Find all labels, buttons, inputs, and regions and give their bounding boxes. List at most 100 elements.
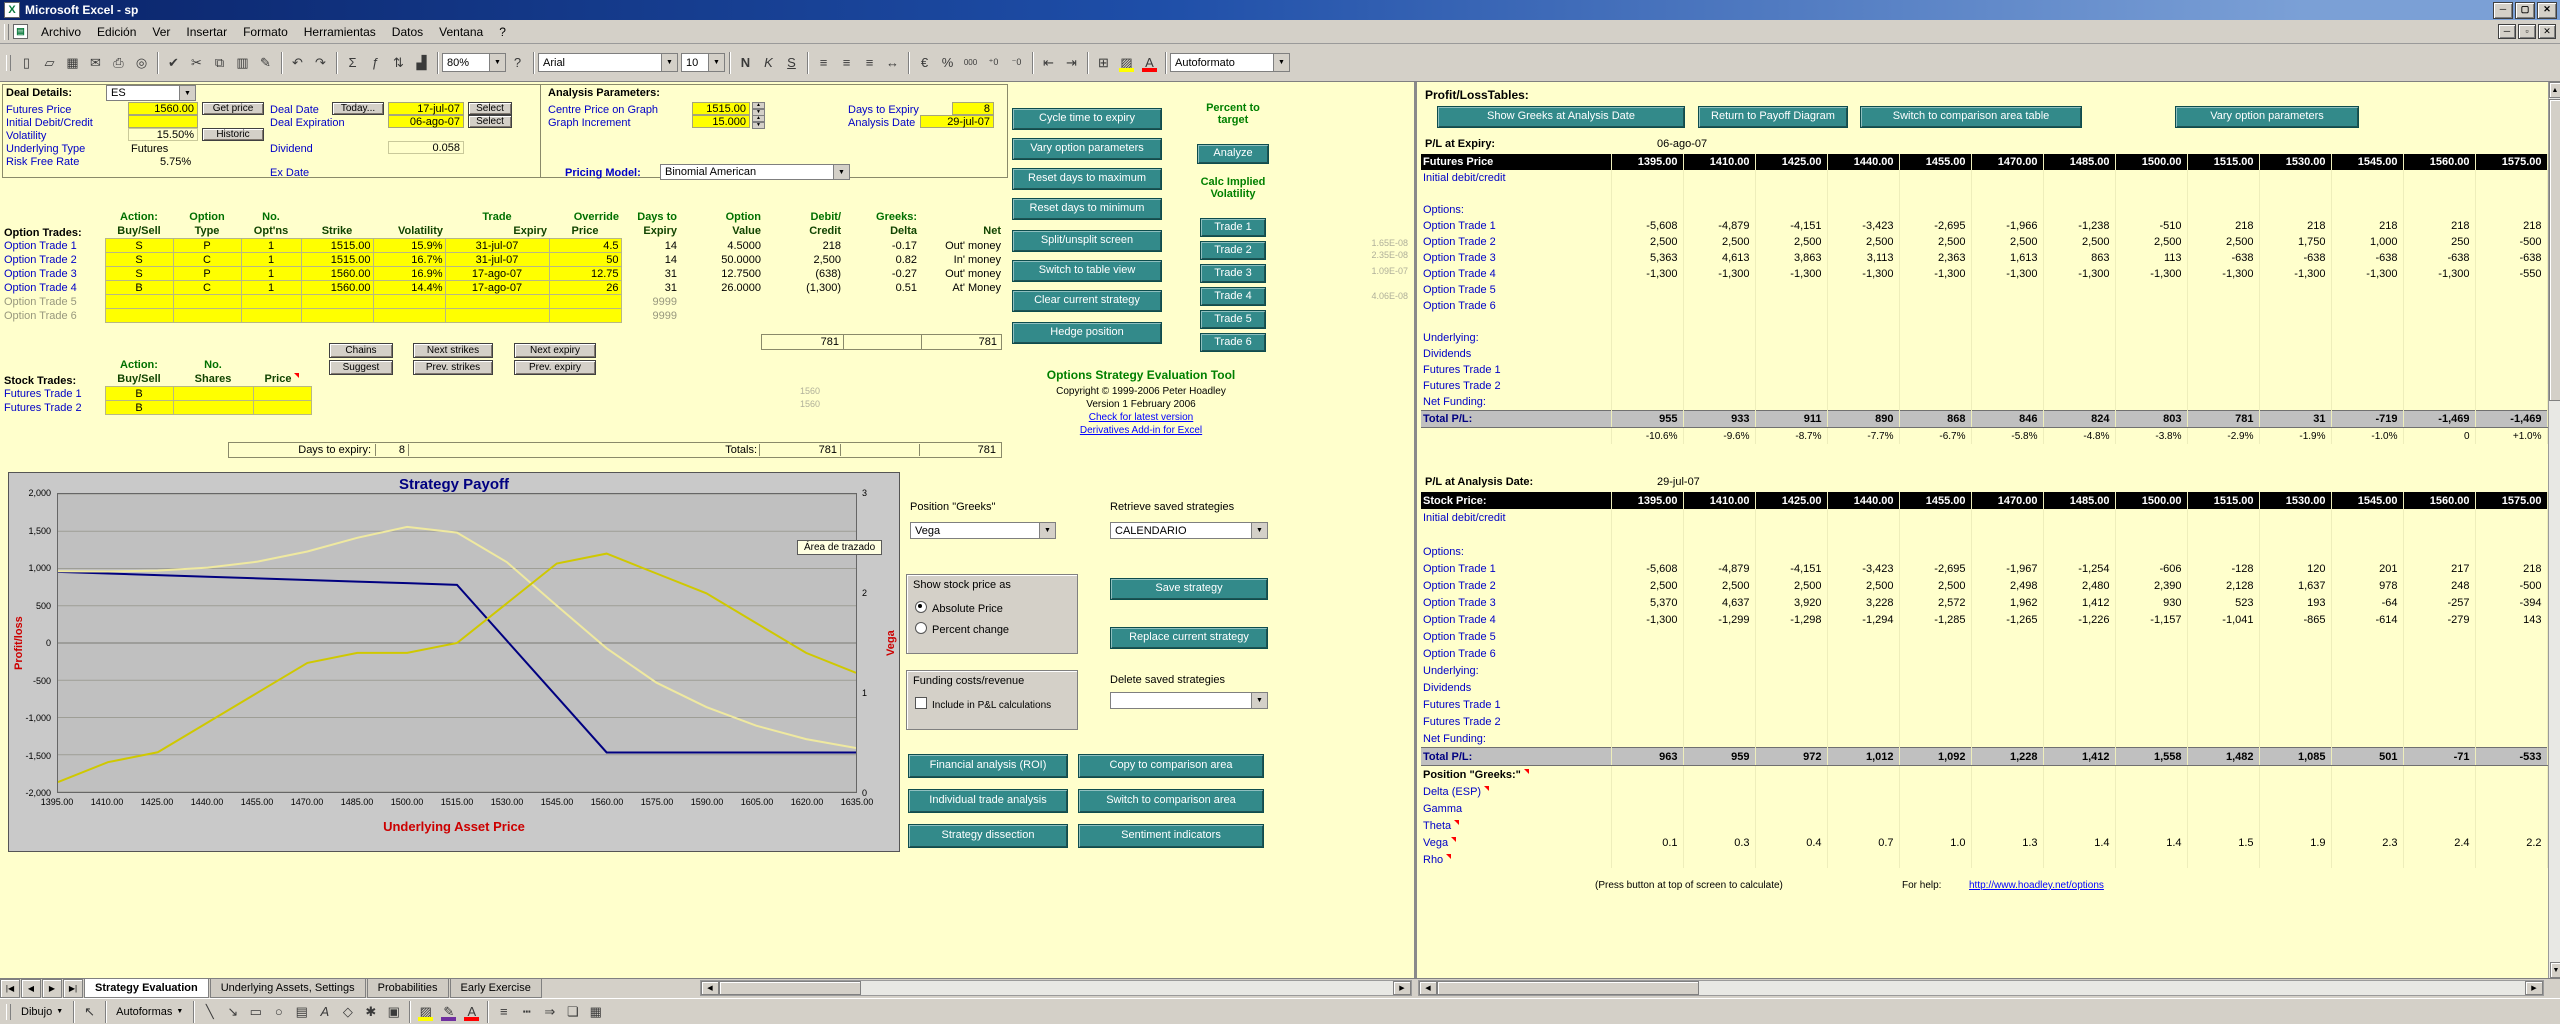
percent-change-radio[interactable]: Percent change — [907, 615, 1077, 636]
option-trade-cell[interactable] — [241, 295, 301, 309]
chevron-down-icon[interactable]: ▼ — [489, 54, 505, 71]
option-trade-cell[interactable]: S — [105, 267, 173, 281]
stock-trade-cell[interactable] — [253, 387, 311, 401]
prev-sheet-icon[interactable]: ◀ — [21, 979, 41, 998]
arrow-icon[interactable]: ↘ — [221, 1000, 244, 1023]
cut-icon[interactable]: ✂ — [185, 51, 208, 74]
centre-price-field[interactable]: 1515.00 — [692, 102, 750, 115]
option-trade-cell[interactable] — [173, 295, 241, 309]
scroll-right-icon[interactable]: ▶ — [1393, 981, 1411, 995]
option-trade-cell[interactable]: 31-jul-07 — [445, 253, 549, 267]
vertical-scroll-thumb[interactable] — [2549, 99, 2560, 401]
reset-days-min-button[interactable]: Reset days to minimum — [1012, 198, 1162, 220]
tab-probabilities[interactable]: Probabilities — [367, 979, 449, 998]
option-trade-cell[interactable]: P — [173, 239, 241, 253]
thousands-icon[interactable]: 000 — [959, 51, 982, 74]
spelling-icon[interactable]: ✔ — [162, 51, 185, 74]
funding-checkbox[interactable]: Include in P&L calculations — [907, 687, 1077, 711]
line-style-icon[interactable]: ≡ — [492, 1000, 515, 1023]
clipart-icon[interactable]: ✱ — [359, 1000, 382, 1023]
next-strikes-button[interactable]: Next strikes — [413, 343, 493, 358]
menu-help[interactable]: ? — [491, 22, 514, 42]
3d-icon[interactable]: ▦ — [584, 1000, 607, 1023]
sentiment-indicators-button[interactable]: Sentiment indicators — [1078, 824, 1264, 848]
prev-expiry-button[interactable]: Prev. expiry — [514, 360, 596, 375]
dash-style-icon[interactable]: ┅ — [515, 1000, 538, 1023]
help-link[interactable]: http://www.hoadley.net/options — [1969, 880, 2104, 891]
clear-strategy-button[interactable]: Clear current strategy — [1012, 290, 1162, 312]
fill-color-icon[interactable]: ▨ — [414, 1000, 437, 1023]
workbook-close-button[interactable]: ✕ — [2538, 24, 2556, 39]
option-trade-cell[interactable] — [173, 309, 241, 323]
option-trade-cell[interactable] — [105, 309, 173, 323]
chart-wizard-icon[interactable]: ▟ — [410, 51, 433, 74]
scroll-left-icon[interactable]: ◀ — [701, 981, 719, 995]
calc-trade4-button[interactable]: Trade 4 — [1200, 287, 1266, 306]
close-button[interactable]: ✕ — [2537, 2, 2557, 19]
option-trade-cell[interactable]: 12.75 — [549, 267, 621, 281]
calc-trade5-button[interactable]: Trade 5 — [1200, 310, 1266, 329]
line-icon[interactable]: ╲ — [198, 1000, 221, 1023]
absolute-price-radio[interactable]: Absolute Price — [907, 591, 1077, 615]
menu-ventana[interactable]: Ventana — [431, 22, 491, 42]
bold-icon[interactable]: N — [734, 51, 757, 74]
scroll-down-icon[interactable]: ▼ — [2550, 962, 2560, 978]
open-folder-icon[interactable]: ▱ — [38, 51, 61, 74]
line-color-icon[interactable]: ✎ — [437, 1000, 460, 1023]
right-pane-hscrollbar[interactable]: ◀ ▶ — [1418, 980, 2544, 996]
chevron-down-icon[interactable]: ▼ — [833, 165, 849, 179]
replace-strategy-button[interactable]: Replace current strategy — [1110, 627, 1268, 649]
menu-formato[interactable]: Formato — [235, 22, 296, 42]
option-trade-cell[interactable]: 31-jul-07 — [445, 239, 549, 253]
sort-icon[interactable]: ⇅ — [387, 51, 410, 74]
option-trade-cell[interactable]: C — [173, 253, 241, 267]
menu-ver[interactable]: Ver — [144, 22, 178, 42]
option-trade-cell[interactable]: 14.4% — [373, 281, 445, 295]
option-trade-cell[interactable]: 15.9% — [373, 239, 445, 253]
stock-trade-cell[interactable] — [173, 387, 253, 401]
menu-datos[interactable]: Datos — [384, 22, 431, 42]
function-icon[interactable]: ƒ — [364, 51, 387, 74]
pricing-model-combo[interactable]: Binomial American▼ — [660, 164, 850, 180]
underline-icon[interactable]: S — [780, 51, 803, 74]
dividend-field[interactable]: 0.058 — [388, 141, 464, 154]
copy-icon[interactable]: ⧉ — [208, 51, 231, 74]
textbox-icon[interactable]: ▤ — [290, 1000, 313, 1023]
shadow-icon[interactable]: ❏ — [561, 1000, 584, 1023]
calc-trade2-button[interactable]: Trade 2 — [1200, 241, 1266, 260]
toolbar-grip-2[interactable] — [6, 55, 11, 71]
latest-version-link[interactable]: Check for latest version — [1013, 412, 1269, 423]
option-trade-cell[interactable]: 16.9% — [373, 267, 445, 281]
print-preview-icon[interactable]: ◎ — [130, 51, 153, 74]
table-view-button[interactable]: Switch to table view — [1012, 260, 1162, 282]
borders-icon[interactable]: ⊞ — [1092, 51, 1115, 74]
next-expiry-button[interactable]: Next expiry — [514, 343, 596, 358]
zoom-combo[interactable]: 80%▼ — [442, 53, 506, 72]
diagram-icon[interactable]: ◇ — [336, 1000, 359, 1023]
hscroll-thumb[interactable] — [1437, 981, 1699, 995]
percent-icon[interactable]: % — [936, 51, 959, 74]
option-trade-cell[interactable] — [301, 309, 373, 323]
calc-trade3-button[interactable]: Trade 3 — [1200, 264, 1266, 283]
scroll-right-icon[interactable]: ▶ — [2525, 981, 2543, 995]
return-payoff-button[interactable]: Return to Payoff Diagram — [1698, 106, 1848, 128]
analysis-date-field[interactable]: 29-jul-07 — [920, 115, 994, 128]
option-trade-cell[interactable] — [445, 295, 549, 309]
get-price-button[interactable]: Get price — [202, 102, 264, 115]
tab-underlying-assets-settings[interactable]: Underlying Assets, Settings — [210, 979, 366, 998]
show-greeks-button[interactable]: Show Greeks at Analysis Date — [1437, 106, 1685, 128]
historic-button[interactable]: Historic — [202, 128, 264, 141]
switch-comparison-button[interactable]: Switch to comparison area — [1078, 789, 1264, 813]
italic-icon[interactable]: K — [757, 51, 780, 74]
vary-parameters-button[interactable]: Vary option parameters — [1012, 138, 1162, 160]
vertical-scrollbar[interactable]: ▲ ▼ — [2548, 82, 2560, 978]
select-pointer-icon[interactable]: ↖ — [78, 1000, 101, 1023]
reset-days-max-button[interactable]: Reset days to maximum — [1012, 168, 1162, 190]
menu-insertar[interactable]: Insertar — [178, 22, 235, 42]
align-right-icon[interactable]: ≡ — [858, 51, 881, 74]
tab-early-exercise[interactable]: Early Exercise — [450, 979, 542, 998]
deal-date-field[interactable]: 17-jul-07 — [388, 102, 464, 115]
calc-trade6-button[interactable]: Trade 6 — [1200, 333, 1266, 352]
align-left-icon[interactable]: ≡ — [812, 51, 835, 74]
align-center-icon[interactable]: ≡ — [835, 51, 858, 74]
